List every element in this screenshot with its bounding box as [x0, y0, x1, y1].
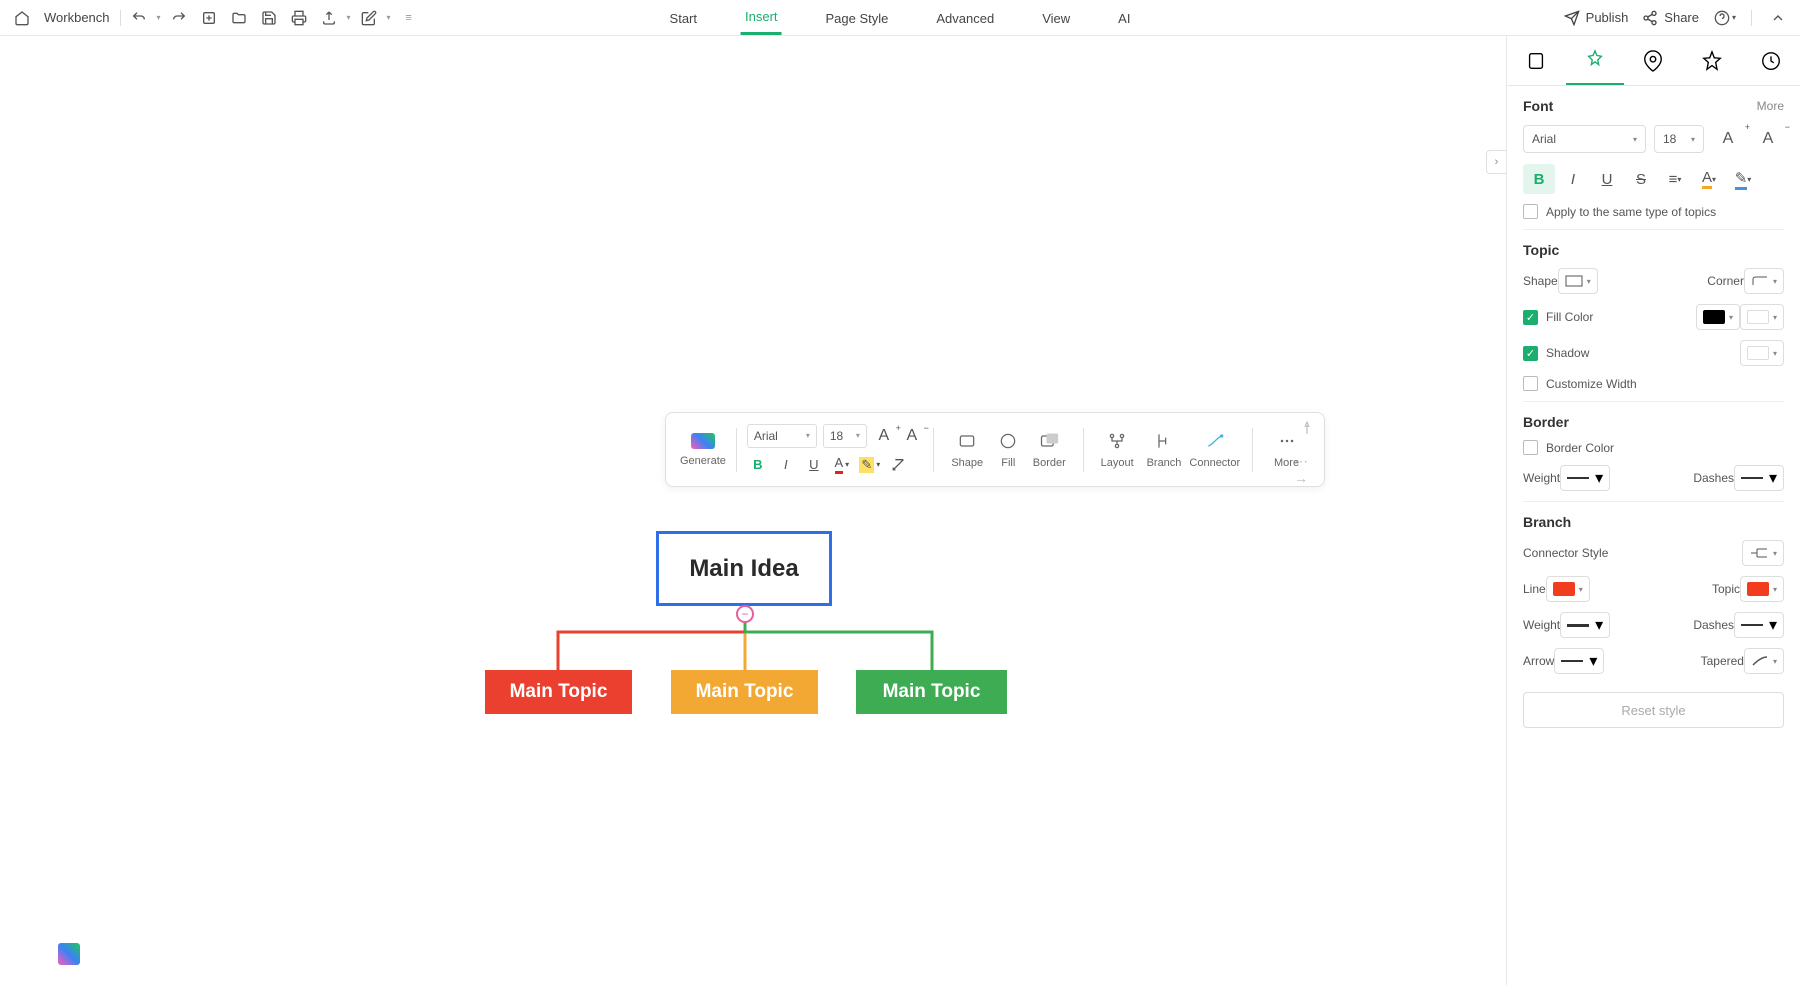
collapse-children-icon[interactable]: −	[736, 605, 754, 623]
redo-icon[interactable]	[167, 6, 191, 30]
italic-button[interactable]: I	[775, 454, 797, 476]
expand-toolbar-icon[interactable]: ⋯→	[1294, 458, 1316, 480]
export-icon[interactable]	[317, 6, 341, 30]
workbench-label[interactable]: Workbench	[40, 10, 114, 25]
side-tab-mark[interactable]	[1624, 36, 1683, 85]
apply-same-type-check[interactable]: Apply to the same type of topics	[1523, 204, 1784, 219]
collapse-up-icon[interactable]	[1766, 6, 1790, 30]
more-menu-icon[interactable]: ≡	[397, 6, 421, 30]
highlight-side[interactable]: ✎▾	[1727, 164, 1759, 194]
generate-button[interactable]: Generate	[680, 433, 726, 467]
shape-button[interactable]: Shape	[944, 431, 991, 469]
branch-section-title: Branch	[1523, 514, 1784, 530]
shadow-select[interactable]: ▾	[1740, 340, 1784, 366]
share-button[interactable]: Share	[1642, 10, 1699, 26]
connector-button[interactable]: Connector	[1187, 431, 1242, 469]
text-color-side[interactable]: A▾	[1693, 164, 1725, 194]
bold-button[interactable]: B	[747, 454, 769, 476]
increase-font-side[interactable]: A+	[1712, 124, 1744, 154]
corner-select[interactable]: ▾	[1744, 268, 1784, 294]
side-panel-collapse[interactable]: ›	[1486, 150, 1506, 174]
border-section-title: Border	[1523, 414, 1784, 430]
text-color-button[interactable]: A▾	[831, 454, 853, 476]
border-weight-select[interactable]: ▾	[1560, 465, 1610, 491]
node-main-idea[interactable]: Main Idea	[656, 531, 832, 606]
font-family-select[interactable]: Arial▾	[747, 424, 817, 448]
menu-page-style[interactable]: Page Style	[822, 3, 893, 34]
node-topic-2[interactable]: Main Topic	[671, 670, 818, 714]
tapered-select[interactable]: ▾	[1744, 648, 1784, 674]
help-icon[interactable]: ▾	[1713, 6, 1737, 30]
side-tab-history[interactable]	[1741, 36, 1800, 85]
underline-side[interactable]: U	[1591, 164, 1623, 194]
layout-button[interactable]: Layout	[1094, 431, 1141, 469]
generate-icon	[691, 433, 715, 449]
side-tab-icons[interactable]	[1683, 36, 1742, 85]
connector-style-select[interactable]: ▾	[1742, 540, 1784, 566]
side-tab-page[interactable]	[1507, 36, 1566, 85]
fill-button[interactable]: Fill	[991, 431, 1026, 469]
decrease-font-side[interactable]: A−	[1752, 124, 1784, 154]
align-side[interactable]: ≡▾	[1659, 164, 1691, 194]
undo-icon[interactable]	[127, 6, 151, 30]
line-color-select[interactable]: ▾	[1546, 576, 1590, 602]
decrease-font-icon[interactable]: A−	[901, 425, 923, 447]
clear-format-icon[interactable]	[887, 454, 909, 476]
font-size-select-side[interactable]: 18▾	[1654, 125, 1704, 153]
underline-button[interactable]: U	[803, 454, 825, 476]
custom-width-check[interactable]: Customize Width	[1523, 376, 1784, 391]
font-more-link[interactable]: More	[1757, 99, 1784, 113]
menu-advanced[interactable]: Advanced	[932, 3, 998, 34]
topic-color-select[interactable]: ▾	[1740, 576, 1784, 602]
branch-dashes-select[interactable]: ▾	[1734, 612, 1784, 638]
side-panel: FontMore Arial▾ 18▾ A+ A− B I U S ≡▾ A▾ …	[1506, 36, 1800, 985]
branch-button[interactable]: Branch	[1141, 431, 1188, 469]
new-file-icon[interactable]	[197, 6, 221, 30]
print-icon[interactable]	[287, 6, 311, 30]
font-family-select-side[interactable]: Arial▾	[1523, 125, 1646, 153]
menu-ai[interactable]: AI	[1114, 3, 1134, 34]
pin-icon[interactable]	[1300, 421, 1314, 435]
fill-color-1[interactable]: ▾	[1696, 304, 1740, 330]
open-folder-icon[interactable]	[227, 6, 251, 30]
border-dashes-select[interactable]: ▾	[1734, 465, 1784, 491]
arrow-select[interactable]: ▾	[1554, 648, 1604, 674]
save-icon[interactable]	[257, 6, 281, 30]
increase-font-icon[interactable]: A+	[873, 425, 895, 447]
reset-style-button[interactable]: Reset style	[1523, 692, 1784, 728]
font-section-title: Font	[1523, 98, 1553, 114]
node-topic-3[interactable]: Main Topic	[856, 670, 1007, 714]
side-tab-style[interactable]	[1566, 36, 1625, 85]
menu-insert[interactable]: Insert	[741, 1, 782, 35]
canvas[interactable]: Main Idea − Main Topic Main Topic Main T…	[0, 36, 1516, 985]
fill-color-2[interactable]: ▾	[1740, 304, 1784, 330]
font-size-select[interactable]: 18▾	[823, 424, 867, 448]
bold-side[interactable]: B	[1523, 164, 1555, 194]
branch-weight-select[interactable]: ▾	[1560, 612, 1610, 638]
home-icon[interactable]	[10, 6, 34, 30]
edit-icon[interactable]	[357, 6, 381, 30]
highlight-button[interactable]: ✎▾	[859, 454, 881, 476]
menu-start[interactable]: Start	[666, 3, 701, 34]
border-color-check[interactable]: Border Color	[1523, 440, 1784, 455]
italic-side[interactable]: I	[1557, 164, 1589, 194]
shape-select[interactable]: ▾	[1558, 268, 1598, 294]
floating-toolbar: Generate Arial▾ 18▾ A+ A− B I U A▾ ✎▾ Sh…	[665, 412, 1325, 487]
strike-side[interactable]: S	[1625, 164, 1657, 194]
topic-section-title: Topic	[1523, 242, 1784, 258]
menu-view[interactable]: View	[1038, 3, 1074, 34]
publish-button[interactable]: Publish	[1564, 10, 1629, 26]
node-topic-1[interactable]: Main Topic	[485, 670, 632, 714]
border-button[interactable]: Border	[1026, 431, 1073, 469]
app-logo-icon	[58, 943, 80, 965]
